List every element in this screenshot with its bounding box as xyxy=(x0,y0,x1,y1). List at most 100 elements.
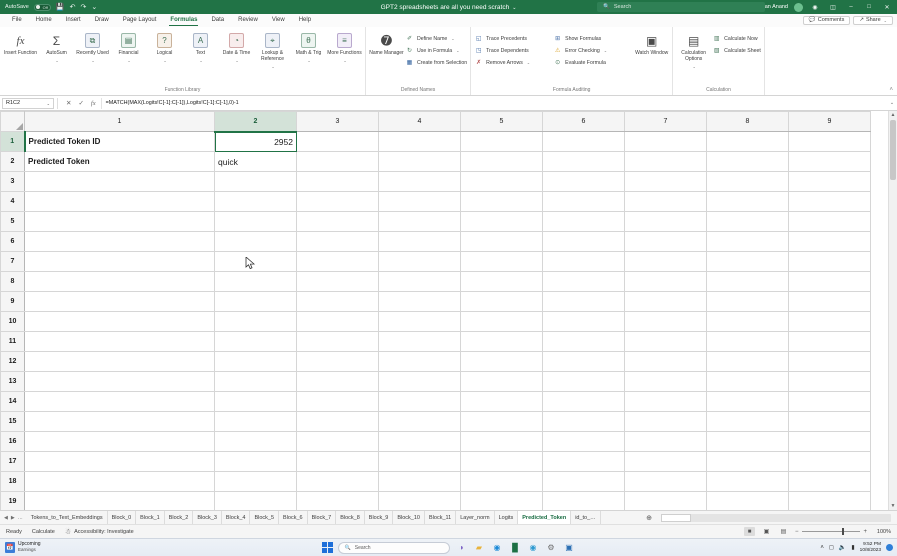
cell-r9c7[interactable] xyxy=(625,292,707,312)
horizontal-scrollbar-thumb[interactable] xyxy=(661,514,691,522)
cell-r8c5[interactable] xyxy=(461,272,543,292)
cell-r7c4[interactable] xyxy=(379,252,461,272)
tab-formulas[interactable]: Formulas xyxy=(163,14,204,27)
cell-r15c7[interactable] xyxy=(625,412,707,432)
cell-r19c9[interactable] xyxy=(789,492,871,511)
name-box-chevron-down-icon[interactable]: ⌄ xyxy=(47,101,50,106)
sheet-tab-block-10[interactable]: Block_10 xyxy=(393,511,425,525)
more-functions-chevron-down-icon[interactable]: ⌄ xyxy=(343,58,346,63)
document-title[interactable]: GPT2 spreadsheets are all you need scrat… xyxy=(381,4,510,11)
cell-r1c3[interactable] xyxy=(297,132,379,152)
cell-r11c2[interactable] xyxy=(215,332,297,352)
store-icon[interactable]: ▣ xyxy=(563,541,576,554)
cell-r9c9[interactable] xyxy=(789,292,871,312)
cell-r19c7[interactable] xyxy=(625,492,707,511)
cell-r11c7[interactable] xyxy=(625,332,707,352)
cell-r1c7[interactable] xyxy=(625,132,707,152)
cell-r18c3[interactable] xyxy=(297,472,379,492)
cell-r18c2[interactable] xyxy=(215,472,297,492)
sheet-tab-logits[interactable]: Logits xyxy=(495,511,519,525)
taskbar-search-box[interactable]: 🔍 Search xyxy=(338,542,450,554)
cell-r15c3[interactable] xyxy=(297,412,379,432)
cell-r10c3[interactable] xyxy=(297,312,379,332)
cell-r11c5[interactable] xyxy=(461,332,543,352)
cell-r7c6[interactable] xyxy=(543,252,625,272)
show-formulas-button[interactable]: ⊞ Show Formulas xyxy=(553,34,633,43)
math-trig-chevron-down-icon[interactable]: ⌄ xyxy=(307,58,310,63)
math-trig-button[interactable]: θ Math & Trig ⌄ xyxy=(291,29,326,63)
cell-r4c2[interactable] xyxy=(215,192,297,212)
cell-r3c7[interactable] xyxy=(625,172,707,192)
row-header-18[interactable]: 18 xyxy=(1,472,25,492)
cell-r6c6[interactable] xyxy=(543,232,625,252)
chevron-down-icon[interactable]: ⌄ xyxy=(91,4,97,11)
page-break-view-icon[interactable]: ▤ xyxy=(778,527,789,536)
cell-r14c8[interactable] xyxy=(707,392,789,412)
cell-r12c1[interactable] xyxy=(25,352,215,372)
cell-r12c3[interactable] xyxy=(297,352,379,372)
zoom-in-button[interactable]: + xyxy=(863,529,867,535)
row-header-4[interactable]: 4 xyxy=(1,192,25,212)
name-box[interactable]: R1C2 ⌄ xyxy=(2,98,54,109)
cell-r16c4[interactable] xyxy=(379,432,461,452)
cell-r1c6[interactable] xyxy=(543,132,625,152)
cell-r16c5[interactable] xyxy=(461,432,543,452)
date-time-button[interactable]: ◔ Date & Time ⌄ xyxy=(219,29,254,63)
cell-r11c6[interactable] xyxy=(543,332,625,352)
cell-r15c1[interactable] xyxy=(25,412,215,432)
cell-r1c1[interactable]: Predicted Token ID xyxy=(25,132,215,152)
cell-r12c4[interactable] xyxy=(379,352,461,372)
cell-r15c8[interactable] xyxy=(707,412,789,432)
sheet-tab-block-7[interactable]: Block_7 xyxy=(308,511,337,525)
select-all-corner[interactable] xyxy=(1,112,25,132)
column-header-1[interactable]: 1 xyxy=(25,112,215,132)
trace-precedents-button[interactable]: ◱ Trace Precedents xyxy=(474,34,552,43)
trace-dependents-button[interactable]: ◳ Trace Dependents xyxy=(474,46,552,55)
column-header-3[interactable]: 3 xyxy=(297,112,379,132)
cell-r2c2[interactable]: quick xyxy=(215,152,297,172)
cell-r3c3[interactable] xyxy=(297,172,379,192)
cell-r12c2[interactable] xyxy=(215,352,297,372)
cell-r18c8[interactable] xyxy=(707,472,789,492)
cell-r16c9[interactable] xyxy=(789,432,871,452)
row-header-12[interactable]: 12 xyxy=(1,352,25,372)
cell-r9c4[interactable] xyxy=(379,292,461,312)
scrollbar-thumb[interactable] xyxy=(890,120,896,180)
cell-r2c1[interactable]: Predicted Token xyxy=(25,152,215,172)
calculate-sheet-button[interactable]: ▧ Calculate Sheet xyxy=(712,46,761,55)
sheet-tab-block-4[interactable]: Block_4 xyxy=(222,511,251,525)
cell-r12c5[interactable] xyxy=(461,352,543,372)
cell-r11c4[interactable] xyxy=(379,332,461,352)
file-explorer-icon[interactable]: ▰ xyxy=(473,541,486,554)
cell-r16c7[interactable] xyxy=(625,432,707,452)
status-calc-mode[interactable]: Calculate xyxy=(32,529,55,535)
confirm-formula-icon[interactable]: ✓ xyxy=(78,99,83,107)
cell-r6c4[interactable] xyxy=(379,232,461,252)
date-time-chevron-down-icon[interactable]: ⌄ xyxy=(235,58,238,63)
financial-button[interactable]: ▤ Financial ⌄ xyxy=(111,29,146,63)
cell-r18c1[interactable] xyxy=(25,472,215,492)
cell-r10c2[interactable] xyxy=(215,312,297,332)
sheet-tab-block-0[interactable]: Block_0 xyxy=(108,511,137,525)
cell-r12c8[interactable] xyxy=(707,352,789,372)
create-from-selection-button[interactable]: ▦ Create from Selection xyxy=(405,58,467,67)
cell-r19c5[interactable] xyxy=(461,492,543,511)
evaluate-formula-button[interactable]: ⊙ Evaluate Formula xyxy=(553,58,633,67)
calculate-now-button[interactable]: ▥ Calculate Now xyxy=(712,34,761,43)
accessibility-status[interactable]: ☃ Accessibility: Investigate xyxy=(65,528,134,536)
copilot-icon[interactable]: ◑ xyxy=(455,541,468,554)
logical-button[interactable]: ? Logical ⌄ xyxy=(147,29,182,63)
cell-r7c3[interactable] xyxy=(297,252,379,272)
cell-r4c4[interactable] xyxy=(379,192,461,212)
cancel-formula-icon[interactable]: ✕ xyxy=(66,99,71,107)
fill-handle[interactable] xyxy=(295,150,297,152)
cell-r16c3[interactable] xyxy=(297,432,379,452)
undo-icon[interactable]: ↶ xyxy=(70,4,76,11)
settings-icon[interactable]: ⚙ xyxy=(545,541,558,554)
define-name-button[interactable]: ✐ Define Name ⌄ xyxy=(405,34,467,43)
cell-r3c2[interactable] xyxy=(215,172,297,192)
cell-r1c5[interactable] xyxy=(461,132,543,152)
taskbar-clock[interactable]: 9:52 PM 10/8/2023 xyxy=(860,542,881,553)
autosum-button[interactable]: Σ AutoSum ⌄ xyxy=(39,29,74,63)
formula-input[interactable]: =MATCH(MAX(Logits!C[-1]:C[-1]),Logits!C[… xyxy=(101,98,887,109)
